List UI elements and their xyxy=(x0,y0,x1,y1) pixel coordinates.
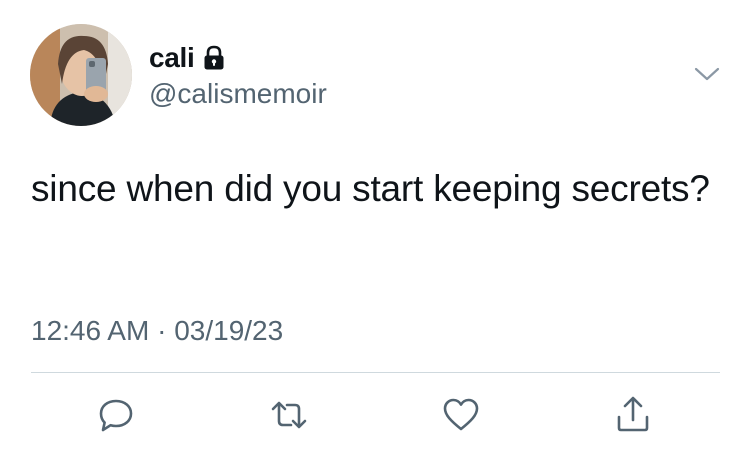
divider xyxy=(31,372,720,373)
tweet-date[interactable]: 03/19/23 xyxy=(174,315,283,346)
display-name[interactable]: cali xyxy=(149,42,195,74)
chevron-down-icon[interactable] xyxy=(694,64,720,84)
author-name-row: cali xyxy=(149,42,225,74)
heart-icon xyxy=(443,398,479,431)
action-bar xyxy=(0,395,750,437)
share-button[interactable] xyxy=(613,395,653,435)
tweet-meta: 12:46 AM · 03/19/23 xyxy=(31,314,283,348)
tweet: cali @calismemoir since when did you sta… xyxy=(0,0,750,461)
author-handle[interactable]: @calismemoir xyxy=(149,78,327,110)
avatar[interactable] xyxy=(30,24,132,126)
reply-icon xyxy=(99,399,133,432)
share-icon xyxy=(617,396,649,432)
lock-icon xyxy=(203,45,225,71)
tweet-time[interactable]: 12:46 AM xyxy=(31,315,149,346)
like-button[interactable] xyxy=(441,395,481,435)
meta-separator: · xyxy=(157,315,167,346)
retweet-icon xyxy=(271,401,307,429)
reply-button[interactable] xyxy=(96,395,136,435)
retweet-button[interactable] xyxy=(269,395,309,435)
tweet-text: since when did you start keeping secrets… xyxy=(31,168,710,209)
avatar-photo xyxy=(30,24,132,126)
